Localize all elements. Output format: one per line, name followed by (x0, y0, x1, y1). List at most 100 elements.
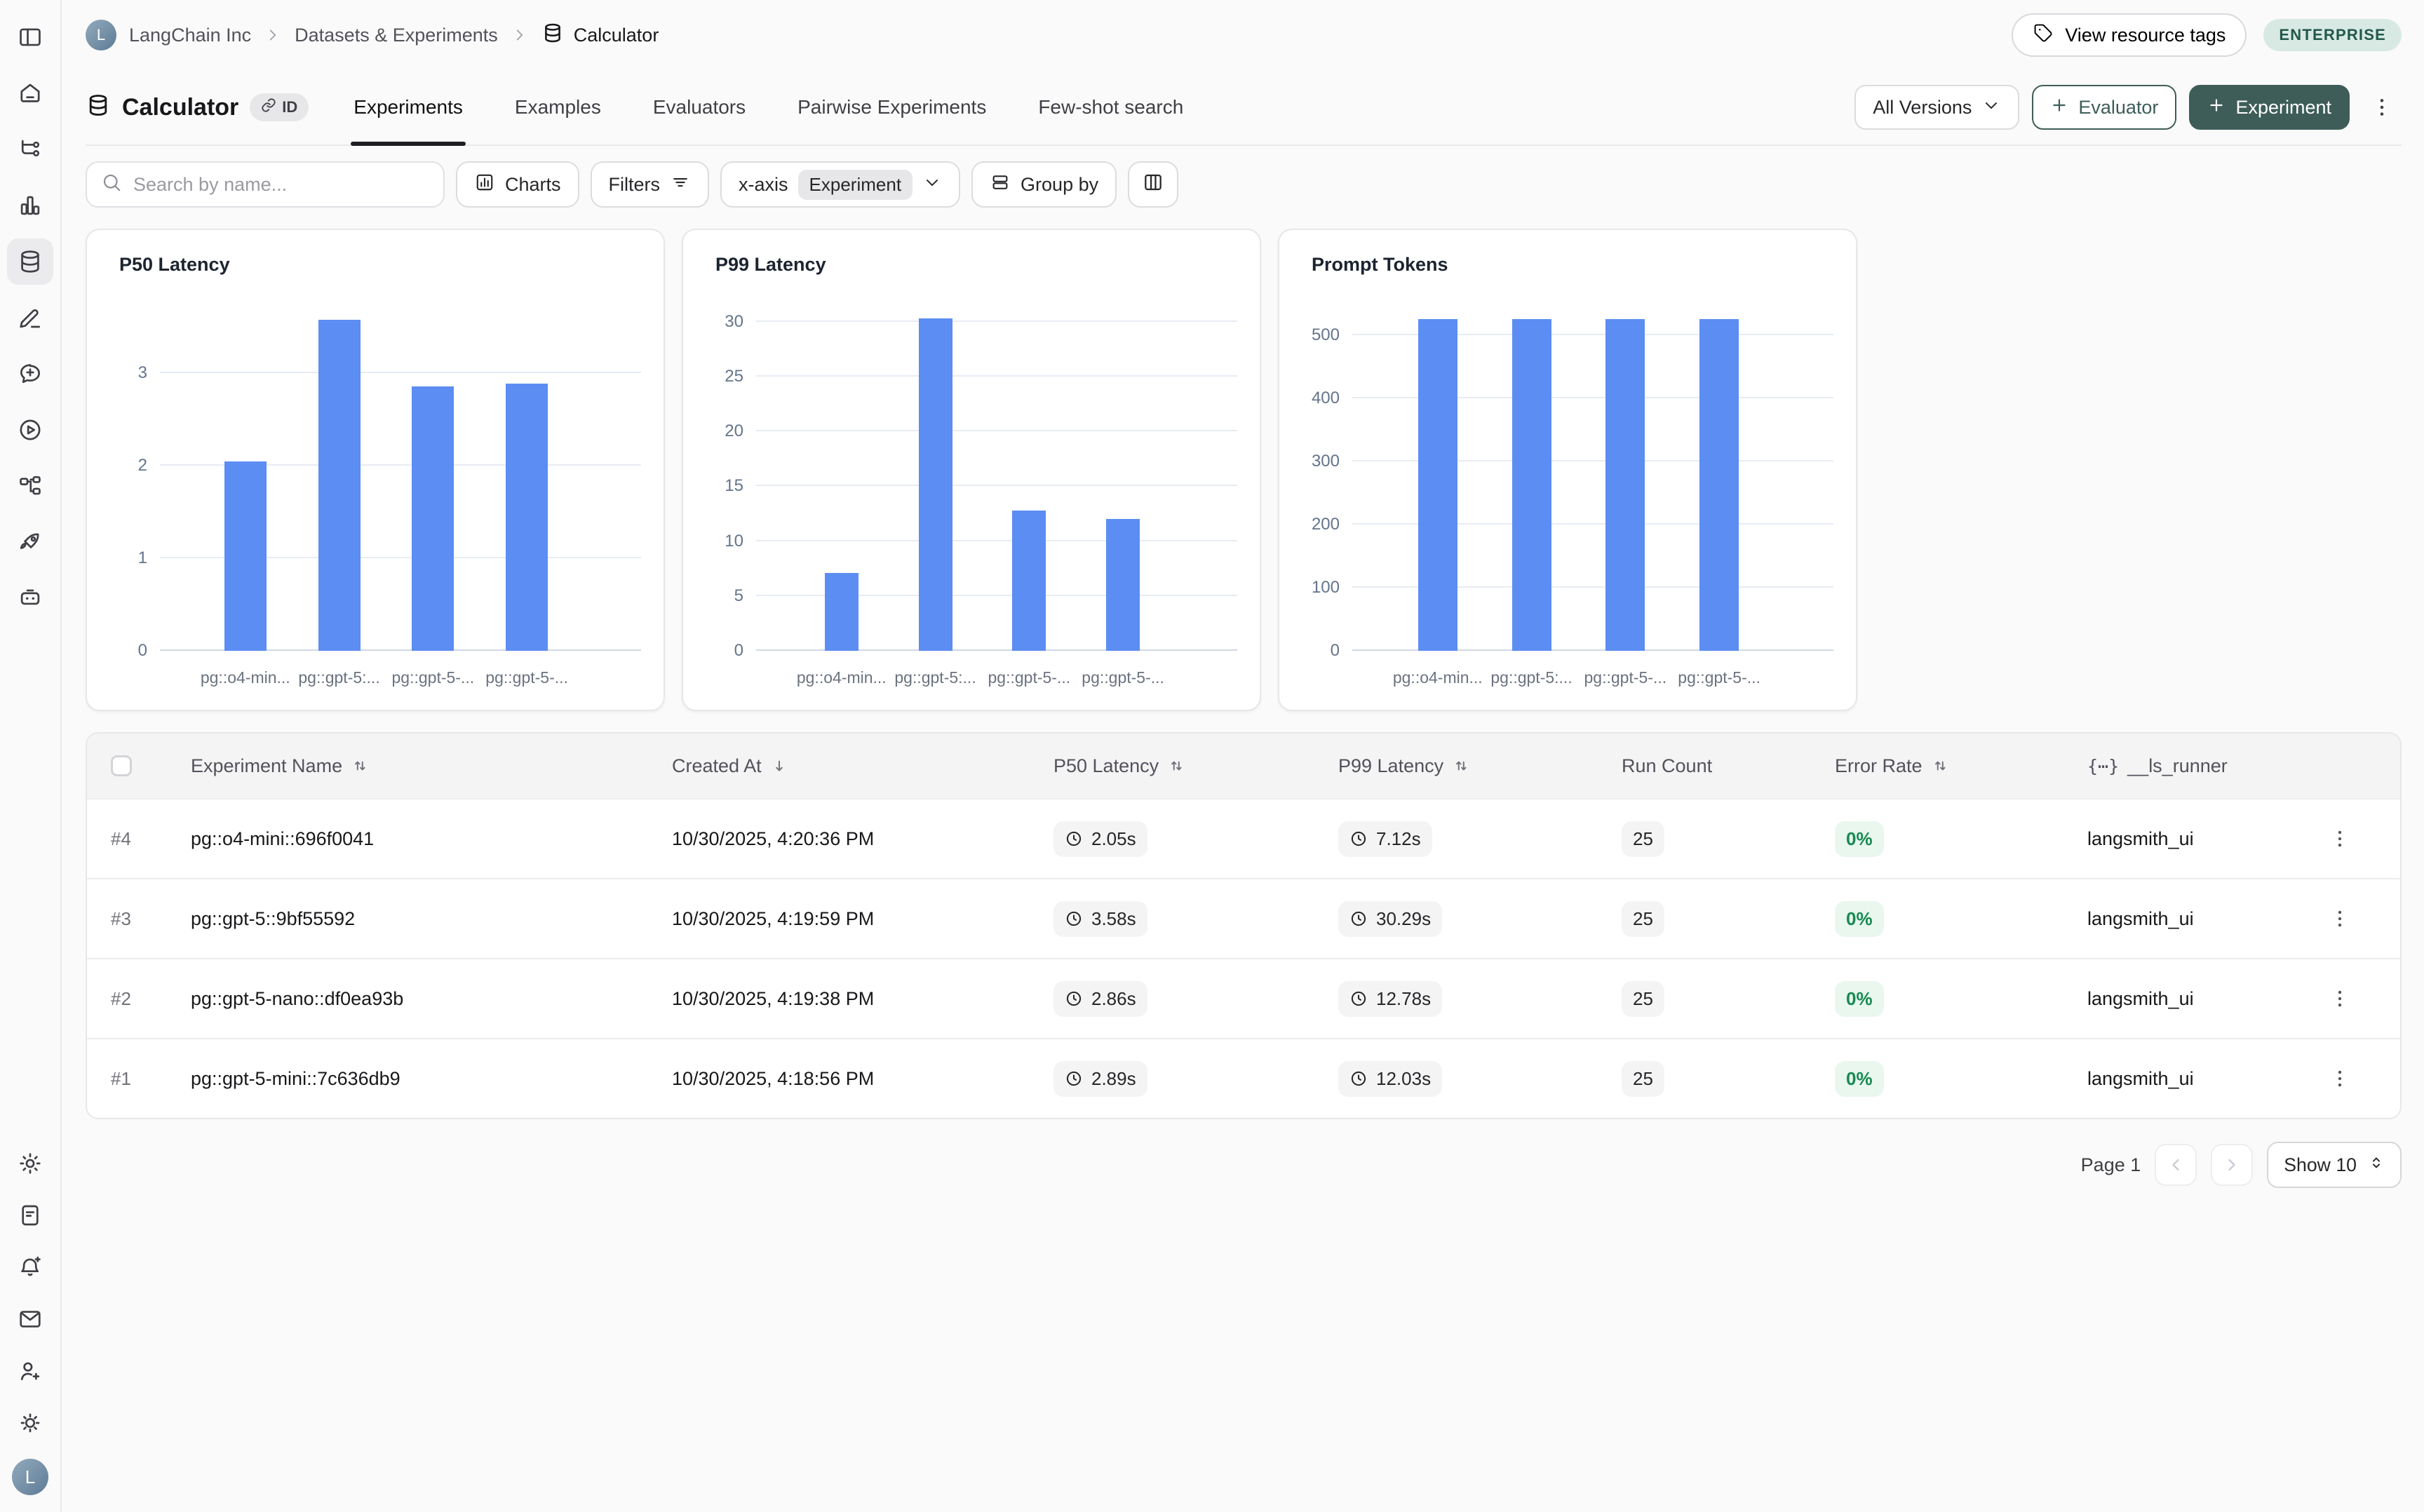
theme-icon (17, 1410, 43, 1436)
table-cell: 25 (1622, 1061, 1835, 1097)
group-by-button[interactable]: Group by (971, 161, 1117, 208)
view-resource-tags-button[interactable]: View resource tags (2012, 13, 2247, 57)
sidebar-item-playground[interactable] (7, 407, 53, 453)
column-header-select[interactable] (87, 755, 191, 776)
xaxis-dropdown[interactable]: x-axis Experiment (720, 161, 960, 208)
row-actions-button[interactable] (2320, 978, 2359, 1020)
annotation-icon (17, 304, 43, 331)
x-axis-tick: pg::gpt-5-... (1076, 668, 1170, 687)
sidebar-item-docs[interactable] (7, 1192, 53, 1238)
chevron-right-icon (2222, 1155, 2242, 1175)
clock-icon (1349, 990, 1368, 1008)
add-evaluator-button[interactable]: Evaluator (2032, 85, 2176, 130)
bar[interactable] (1012, 511, 1046, 651)
table-cell (2320, 978, 2399, 1020)
filters-button[interactable]: Filters (591, 161, 710, 208)
deployments-icon (17, 529, 43, 555)
org-avatar[interactable]: L (86, 20, 116, 50)
header-actions: All Versions Evaluator Experiment (1854, 85, 2402, 130)
latency-value: 12.78s (1376, 988, 1431, 1010)
tab-few-shot-search[interactable]: Few-shot search (1035, 70, 1186, 144)
tab-experiments[interactable]: Experiments (351, 70, 466, 144)
sidebar-item-notifications[interactable] (7, 1244, 53, 1290)
chart-plot-area: 0100200300400500pg::o4-min...pg::gpt-5:.… (1352, 309, 1833, 651)
experiment-name-link[interactable]: pg::gpt-5::9bf55592 (191, 908, 355, 930)
prev-page-button[interactable] (2155, 1144, 2197, 1186)
dataset-header: Calculator ID Experiments Examples Evaluat… (86, 70, 2402, 146)
sidebar-item-prompt-canvas[interactable] (7, 351, 53, 397)
table-cell: langsmith_ui (2087, 1068, 2320, 1090)
select-all-checkbox[interactable] (111, 755, 132, 776)
bar[interactable] (318, 320, 361, 651)
experiment-name-link[interactable]: pg::gpt-5-nano::df0ea93b (191, 988, 403, 1010)
bar[interactable] (1699, 319, 1739, 651)
sidebar-item-mail[interactable] (7, 1296, 53, 1342)
sidebar-item-panel-left[interactable] (7, 14, 53, 60)
datasets-icon (541, 22, 564, 44)
bar[interactable] (825, 573, 858, 651)
sidebar-item-settings[interactable] (7, 1140, 53, 1187)
bar[interactable] (1605, 319, 1645, 651)
sidebar-item-annotation[interactable] (7, 295, 53, 341)
column-header-p50[interactable]: P50 Latency (1053, 755, 1338, 777)
table-cell: 0% (1835, 1061, 2087, 1097)
tab-pairwise-experiments[interactable]: Pairwise Experiments (795, 70, 989, 144)
table-row[interactable]: #1pg::gpt-5-mini::7c636db910/30/2025, 4:… (87, 1038, 2400, 1118)
column-header-p99[interactable]: P99 Latency (1338, 755, 1622, 777)
link-icon (261, 97, 276, 113)
column-header-error[interactable]: Error Rate (1835, 755, 2087, 777)
sidebar-item-monitoring[interactable] (7, 182, 53, 229)
sidebar-item-theme[interactable] (7, 1400, 53, 1446)
row-actions-button[interactable] (2320, 818, 2359, 860)
bar[interactable] (412, 386, 454, 651)
sidebar-item-deployments[interactable] (7, 519, 53, 565)
table-row[interactable]: #2pg::gpt-5-nano::df0ea93b10/30/2025, 4:… (87, 958, 2400, 1038)
row-actions-button[interactable] (2320, 1058, 2359, 1100)
x-axis-labels: pg::o4-min...pg::gpt-5:...pg::gpt-5-...p… (198, 668, 574, 687)
bar[interactable] (1512, 319, 1551, 651)
experiment-name-link[interactable]: pg::gpt-5-mini::7c636db9 (191, 1068, 400, 1090)
sidebar-item-invite-user[interactable] (7, 1348, 53, 1394)
sidebar-item-workflows[interactable] (7, 463, 53, 509)
bar[interactable] (1418, 319, 1457, 651)
tab-examples[interactable]: Examples (512, 70, 604, 144)
bar[interactable] (506, 384, 548, 651)
page-title: Calculator (122, 94, 238, 121)
experiment-name-link[interactable]: pg::o4-mini::696f0041 (191, 828, 374, 850)
table-cell: 7.12s (1338, 821, 1622, 857)
tab-evaluators[interactable]: Evaluators (650, 70, 748, 144)
column-header-created[interactable]: Created At (672, 755, 1053, 777)
sidebar-item-home[interactable] (7, 70, 53, 116)
id-chip[interactable]: ID (250, 93, 309, 121)
chevron-right-icon (511, 26, 529, 44)
column-label: Created At (672, 755, 762, 777)
charts-button[interactable]: Charts (456, 161, 579, 208)
tag-icon (2033, 22, 2054, 43)
add-experiment-button[interactable]: Experiment (2189, 85, 2350, 130)
next-page-button[interactable] (2211, 1144, 2253, 1186)
row-actions-button[interactable] (2320, 898, 2359, 940)
bar[interactable] (919, 318, 952, 651)
more-options-button[interactable] (2362, 85, 2402, 130)
bars (795, 309, 1170, 651)
sidebar-item-datasets[interactable] (7, 238, 53, 285)
table-cell: langsmith_ui (2087, 908, 2320, 930)
columns-button[interactable] (1128, 161, 1178, 208)
breadcrumb-datasets[interactable]: Datasets & Experiments (295, 25, 498, 46)
all-versions-dropdown[interactable]: All Versions (1854, 85, 2019, 130)
user-avatar[interactable]: L (12, 1459, 48, 1495)
sidebar-item-tracing[interactable] (7, 126, 53, 173)
y-axis-tick: 5 (734, 588, 743, 605)
table-row[interactable]: #4pg::o4-mini::696f004110/30/2025, 4:20:… (87, 798, 2400, 878)
bar[interactable] (1106, 519, 1140, 651)
breadcrumb-org[interactable]: LangChain Inc (129, 25, 251, 46)
y-axis-tick: 3 (138, 365, 147, 382)
page-size-select[interactable]: Show 10 (2267, 1142, 2402, 1188)
search-input[interactable] (133, 174, 429, 196)
sidebar-item-assistants[interactable] (7, 575, 53, 621)
column-header-name[interactable]: Experiment Name (191, 755, 672, 777)
bar[interactable] (224, 461, 267, 651)
playground-icon (17, 417, 43, 443)
table-cell: pg::o4-mini::696f0041 (191, 828, 672, 850)
table-row[interactable]: #3pg::gpt-5::9bf5559210/30/2025, 4:19:59… (87, 878, 2400, 958)
